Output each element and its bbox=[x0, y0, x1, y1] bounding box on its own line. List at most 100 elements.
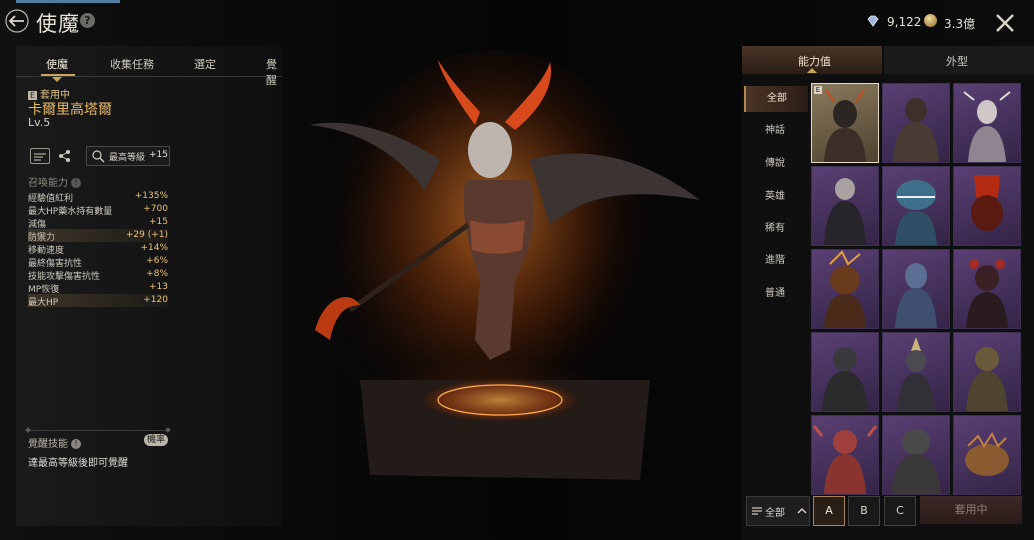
stat-value: +13 bbox=[149, 282, 168, 292]
stat-row: 最終傷害抗性 +6% bbox=[28, 255, 168, 269]
preset-b-button[interactable]: B bbox=[848, 496, 880, 526]
grade-filter-heroic[interactable]: 英雄 bbox=[744, 184, 806, 210]
familiar-card[interactable] bbox=[882, 166, 950, 246]
awaken-skill-label: 覺醒技能 bbox=[28, 439, 68, 450]
familiar-card[interactable] bbox=[953, 415, 1021, 495]
stat-value: +120 bbox=[143, 295, 168, 305]
coin-icon bbox=[924, 14, 937, 27]
tab-appearance[interactable]: 外型 bbox=[884, 46, 1034, 74]
top-bar: 使魔 ? 9,122 3.3億 bbox=[0, 0, 1034, 44]
divider-end-ornament bbox=[25, 427, 31, 433]
bottom-bar: 全部 A B C 套用中 bbox=[742, 494, 1034, 540]
familiar-portrait bbox=[895, 263, 937, 328]
familiar-card[interactable] bbox=[953, 166, 1021, 246]
familiar-portrait bbox=[897, 337, 935, 411]
right-tabs: 能力值 外型 bbox=[742, 46, 1034, 74]
active-tab-marker bbox=[807, 68, 817, 73]
grade-filter-mythic[interactable]: 神話 bbox=[744, 118, 806, 144]
stat-row: 技能攻擊傷害抗性 +8% bbox=[28, 268, 168, 282]
page-title: 使魔 bbox=[36, 12, 80, 36]
left-tabs: 使魔 收集任務 選定 覺醒 bbox=[16, 52, 282, 87]
preset-c-button[interactable]: C bbox=[884, 496, 916, 526]
grade-filter-all[interactable]: 全部 bbox=[744, 86, 808, 112]
familiar-card[interactable] bbox=[953, 332, 1021, 412]
tab-select[interactable]: 選定 bbox=[194, 56, 216, 72]
stat-value: +6% bbox=[146, 256, 168, 266]
stat-value: +29 (+1) bbox=[125, 230, 168, 240]
stat-value: +15 bbox=[149, 217, 168, 227]
familiar-portrait bbox=[966, 259, 1008, 328]
active-tab-indicator bbox=[41, 74, 75, 76]
stat-value: +700 bbox=[143, 204, 168, 214]
familiar-card[interactable] bbox=[882, 332, 950, 412]
familiar-portrait bbox=[824, 250, 866, 328]
coin-count: 3.3億 bbox=[944, 17, 976, 31]
awaken-requirement-note: 達最高等級後即可覺醒 bbox=[28, 458, 128, 469]
familiar-card[interactable] bbox=[882, 83, 950, 163]
familiar-model-render bbox=[310, 50, 700, 480]
stat-value: +8% bbox=[146, 269, 168, 279]
close-button[interactable] bbox=[992, 10, 1018, 36]
max-level-value: +15 bbox=[149, 150, 168, 160]
stat-row: 最大HP藥水持有數量 +700 bbox=[28, 203, 168, 217]
stat-row: 減傷 +15 bbox=[28, 216, 168, 230]
back-button[interactable] bbox=[4, 8, 30, 34]
grade-filter-rare[interactable]: 稀有 bbox=[744, 216, 806, 242]
summon-ability-title: 召喚能力! bbox=[28, 174, 81, 189]
active-tab-marker bbox=[52, 77, 62, 82]
familiar-card[interactable] bbox=[811, 166, 879, 246]
share-button[interactable] bbox=[58, 148, 72, 162]
tab-familiar[interactable]: 使魔 bbox=[46, 56, 68, 72]
info-icon[interactable]: ! bbox=[71, 178, 81, 188]
familiar-card[interactable] bbox=[953, 83, 1021, 163]
familiar-portrait bbox=[965, 432, 1009, 476]
familiar-card[interactable] bbox=[811, 415, 879, 495]
grade-filter-common[interactable]: 普通 bbox=[744, 281, 806, 307]
grade-filter-advanced[interactable]: 進階 bbox=[744, 248, 806, 274]
tab-stats-label: 能力值 bbox=[798, 55, 831, 68]
familiar-card[interactable] bbox=[811, 332, 879, 412]
list-icon bbox=[752, 507, 762, 515]
diamond-icon bbox=[867, 15, 879, 27]
stat-label: 最大HP bbox=[28, 298, 59, 308]
equipped-badge: E bbox=[814, 86, 822, 94]
familiar-portrait bbox=[822, 347, 868, 411]
preset-a-button[interactable]: A bbox=[813, 496, 845, 526]
apply-button[interactable]: 套用中 bbox=[920, 496, 1022, 524]
info-icon[interactable]: ! bbox=[71, 439, 81, 449]
help-icon[interactable]: ? bbox=[80, 13, 95, 28]
awaken-skill-title: 覺醒技能! bbox=[28, 435, 81, 450]
share-icon bbox=[59, 150, 70, 162]
familiar-portrait bbox=[891, 429, 941, 494]
familiar-portrait bbox=[966, 347, 1008, 411]
stat-row-highlighted: 防禦力 +29 (+1) bbox=[28, 229, 168, 243]
back-arrow-icon bbox=[5, 9, 29, 33]
familiar-info-panel: 使魔 收集任務 選定 覺醒 E 套用中 卡爾里高塔爾 Lv.5 最高等級 +15 … bbox=[16, 46, 282, 526]
tab-collection-quest[interactable]: 收集任務 bbox=[110, 56, 154, 72]
codex-button[interactable] bbox=[30, 148, 50, 164]
familiar-card[interactable] bbox=[882, 249, 950, 329]
familiar-list-panel: 能力值 外型 全部 神話 傳說 英雄 稀有 進階 普通 E 全部 A B C 套… bbox=[742, 46, 1034, 540]
familiar-card[interactable]: E bbox=[811, 83, 879, 163]
divider-end-ornament bbox=[165, 427, 171, 433]
tab-awaken[interactable]: 覺醒 bbox=[266, 56, 282, 88]
familiar-portrait bbox=[824, 89, 866, 162]
familiar-portrait bbox=[895, 180, 937, 245]
stat-value: +135% bbox=[134, 191, 168, 201]
probability-button[interactable]: 機率 bbox=[144, 434, 168, 446]
grade-filter-legendary[interactable]: 傳說 bbox=[744, 151, 806, 177]
diamond-count: 9,122 bbox=[887, 15, 922, 29]
max-level-preview-button[interactable]: 最高等級 +15 bbox=[86, 146, 170, 166]
max-level-label: 最高等級 bbox=[109, 153, 146, 163]
familiar-portrait bbox=[812, 425, 878, 494]
tab-appearance-label: 外型 bbox=[946, 55, 968, 68]
familiar-portrait bbox=[971, 175, 1003, 231]
grade-filter-dropdown[interactable]: 全部 bbox=[746, 496, 810, 526]
close-icon bbox=[996, 14, 1014, 32]
familiar-card[interactable] bbox=[882, 415, 950, 495]
magnifier-icon bbox=[92, 150, 105, 163]
stat-row-highlighted: 最大HP +120 bbox=[28, 294, 168, 308]
familiar-card[interactable] bbox=[953, 249, 1021, 329]
familiar-card[interactable] bbox=[811, 249, 879, 329]
summon-ability-label: 召喚能力 bbox=[28, 178, 68, 189]
